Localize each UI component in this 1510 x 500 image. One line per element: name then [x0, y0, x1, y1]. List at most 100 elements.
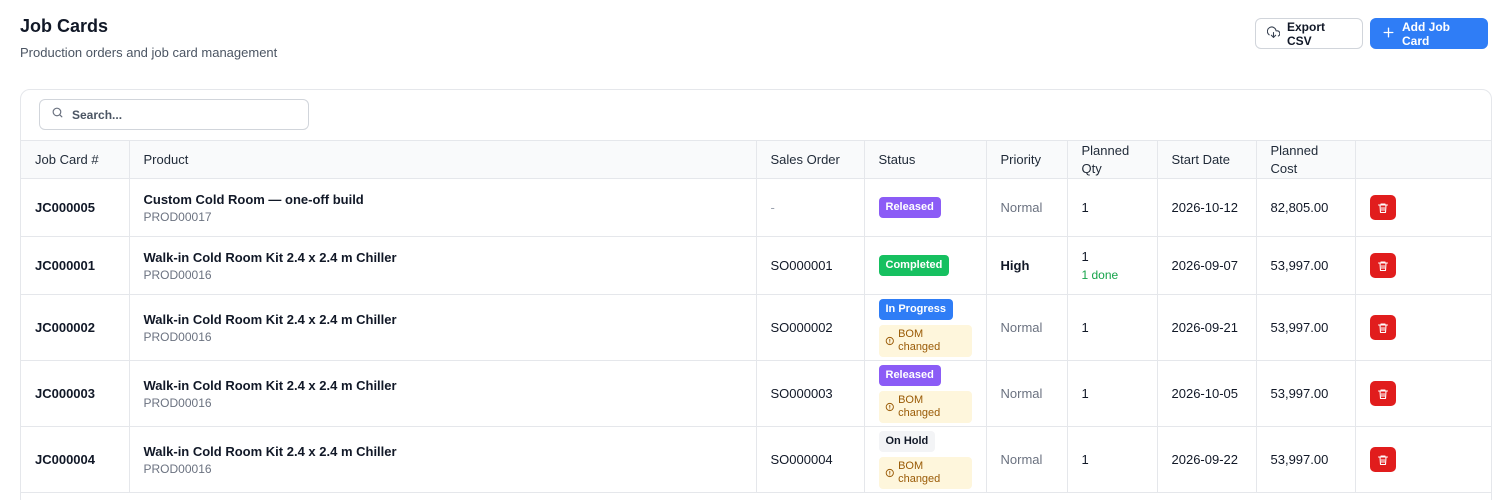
- export-csv-button[interactable]: Export CSV: [1255, 18, 1363, 49]
- actions-cell: [1355, 360, 1491, 427]
- add-job-card-button[interactable]: Add Job Card: [1370, 18, 1488, 49]
- column-header-start-date[interactable]: Start Date: [1157, 140, 1257, 179]
- product-name: Custom Cold Room — one-off build: [143, 191, 364, 207]
- download-cloud-icon: [1266, 26, 1281, 42]
- start-date-cell: 2026-09-22: [1157, 426, 1257, 493]
- table-header-row: Job Card # Product Sales Order Status Pr…: [21, 140, 1491, 179]
- planned-qty: 1: [1067, 294, 1158, 361]
- planned-qty: 1: [1081, 249, 1089, 264]
- trash-icon: [1377, 322, 1388, 333]
- sales-order: -: [756, 178, 865, 237]
- planned-qty: 1: [1067, 426, 1158, 493]
- planned-cost-header-label: Planned Cost: [1270, 142, 1319, 176]
- job-card-number: JC000004: [21, 426, 130, 493]
- planned-cost: 53,997.00: [1256, 294, 1356, 361]
- status-badge: On Hold: [878, 430, 936, 452]
- start-date: 2026-09-07: [1171, 257, 1239, 273]
- product-code: PROD00016: [143, 267, 212, 282]
- sales-order[interactable]: SO000004: [756, 426, 865, 493]
- start-date: 2026-10-05: [1171, 385, 1239, 401]
- actions-cell: [1355, 294, 1491, 361]
- start-date: 2026-09-21: [1171, 319, 1239, 335]
- table-row[interactable]: JC000005 Custom Cold Room — one-off buil…: [21, 178, 1491, 237]
- priority: Normal: [986, 178, 1068, 237]
- status-cell: On Hold BOM changed: [864, 426, 987, 493]
- product-cell: Custom Cold Room — one-off build PROD000…: [129, 178, 757, 237]
- column-header-product[interactable]: Product: [129, 140, 757, 179]
- delete-button[interactable]: [1369, 315, 1396, 340]
- job-cards-panel: Job Card # Product Sales Order Status Pr…: [20, 89, 1492, 500]
- search-box[interactable]: [39, 99, 309, 130]
- bom-changed-label: BOM changed: [898, 393, 941, 419]
- status-badge: Completed: [878, 255, 950, 276]
- start-date: 2026-10-12: [1157, 178, 1257, 237]
- planned-cost: 53,997.00: [1256, 426, 1356, 493]
- info-circle-icon: [885, 402, 894, 411]
- delete-button[interactable]: [1369, 447, 1396, 472]
- product-code: PROD00016: [143, 461, 212, 476]
- product-name: Walk-in Cold Room Kit 2.4 x 2.4 m Chille…: [143, 443, 397, 459]
- priority: Normal: [986, 294, 1068, 361]
- column-header-job-card[interactable]: Job Card #: [21, 140, 130, 179]
- trash-icon: [1377, 260, 1388, 271]
- table-row[interactable]: JC000004 Walk-in Cold Room Kit 2.4 x 2.4…: [21, 426, 1491, 493]
- column-header-sales-order[interactable]: Sales Order: [756, 140, 865, 179]
- product-cell: Walk-in Cold Room Kit 2.4 x 2.4 m Chille…: [129, 236, 757, 295]
- product-cell: Walk-in Cold Room Kit 2.4 x 2.4 m Chille…: [129, 360, 757, 427]
- actions-cell: [1355, 236, 1491, 295]
- delete-button[interactable]: [1369, 381, 1396, 406]
- qty-done: 1 done: [1081, 268, 1119, 282]
- product-cell: Walk-in Cold Room Kit 2.4 x 2.4 m Chille…: [129, 294, 757, 361]
- status-badge: Released: [878, 197, 941, 218]
- priority: Normal: [986, 360, 1068, 427]
- column-header-planned-cost[interactable]: Planned Cost: [1256, 140, 1356, 179]
- search-input[interactable]: [72, 107, 292, 122]
- job-cards-table: Job Card # Product Sales Order Status Pr…: [21, 140, 1491, 493]
- column-header-status[interactable]: Status: [864, 140, 987, 179]
- add-job-card-label: Add Job Card: [1402, 19, 1450, 48]
- product-code: PROD00016: [143, 395, 212, 410]
- column-header-actions: [1355, 140, 1491, 179]
- actions-cell: [1355, 178, 1491, 237]
- status-badge: Released: [878, 364, 941, 386]
- product-code: PROD00016: [143, 329, 212, 344]
- trash-icon: [1377, 388, 1388, 399]
- actions-cell: [1355, 426, 1491, 493]
- column-header-priority[interactable]: Priority: [986, 140, 1068, 179]
- delete-button[interactable]: [1369, 253, 1396, 278]
- bom-changed-label: BOM changed: [898, 327, 941, 353]
- search-icon: [51, 106, 64, 124]
- planned-qty: 1: [1067, 360, 1158, 427]
- planned-qty-header-label: Planned Qty: [1081, 142, 1130, 176]
- planned-qty: 1: [1067, 178, 1158, 237]
- product-code: PROD00017: [143, 209, 212, 224]
- column-header-planned-qty[interactable]: Planned Qty: [1067, 140, 1158, 179]
- bom-changed-badge: BOM changed: [878, 390, 972, 423]
- trash-icon: [1377, 454, 1388, 465]
- product-name: Walk-in Cold Room Kit 2.4 x 2.4 m Chille…: [143, 249, 397, 265]
- sales-order[interactable]: SO000002: [756, 294, 865, 361]
- sales-order[interactable]: SO000001: [756, 236, 865, 295]
- planned-cost: 53,997.00: [1256, 236, 1356, 295]
- priority: Normal: [986, 426, 1068, 493]
- planned-qty-cell: 1 1 done: [1067, 236, 1158, 295]
- job-card-number: JC000003: [21, 360, 130, 427]
- planned-cost: 82,805.00: [1256, 178, 1356, 237]
- status-cell: Completed: [864, 236, 987, 295]
- status-cell: In Progress BOM changed: [864, 294, 987, 361]
- bom-changed-badge: BOM changed: [878, 456, 972, 489]
- job-card-number: JC000001: [21, 236, 130, 295]
- table-row[interactable]: JC000001 Walk-in Cold Room Kit 2.4 x 2.4…: [21, 236, 1491, 295]
- status-badge: In Progress: [878, 298, 954, 320]
- planned-cost: 53,997.00: [1256, 360, 1356, 427]
- job-card-number: JC000005: [21, 178, 130, 237]
- bom-changed-badge: BOM changed: [878, 324, 972, 357]
- bom-changed-label: BOM changed: [898, 459, 941, 485]
- delete-button[interactable]: [1369, 195, 1396, 220]
- table-row[interactable]: JC000003 Walk-in Cold Room Kit 2.4 x 2.4…: [21, 360, 1491, 427]
- table-row[interactable]: JC000002 Walk-in Cold Room Kit 2.4 x 2.4…: [21, 294, 1491, 361]
- status-cell: Released: [864, 178, 987, 237]
- start-date-cell: 2026-09-07: [1157, 236, 1257, 295]
- sales-order[interactable]: SO000003: [756, 360, 865, 427]
- product-name: Walk-in Cold Room Kit 2.4 x 2.4 m Chille…: [143, 311, 397, 327]
